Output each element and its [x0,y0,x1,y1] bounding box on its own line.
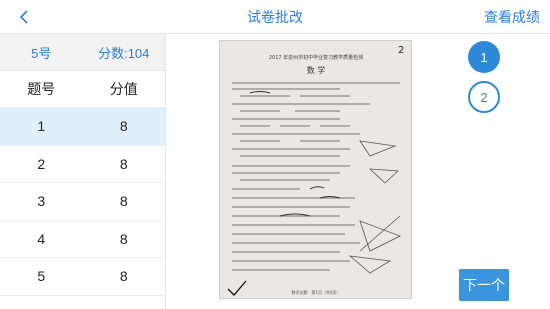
table-row[interactable]: 2 8 [0,146,165,183]
view-scores-button[interactable]: 查看成绩 [484,0,540,34]
exam-paper-drawing: 2017 年泉州市初中毕业复习教学质量检测 数 学 2 数学试题 第1页（共6页… [220,41,411,298]
table-header: 题号 分值 [0,71,165,108]
question-number: 4 [37,230,46,247]
question-panel: 5号 分数:104 题号 分值 1 8 2 8 3 8 4 8 5 8 [0,34,165,309]
question-number: 2 [37,155,46,172]
paper-footer: 数学试题 第1页（共6页） [291,289,340,295]
student-total-score: 分数:104 [98,45,150,61]
question-number: 3 [37,193,46,210]
page-button-2[interactable]: 2 [468,81,500,113]
page-title: 试卷批改 [247,9,303,25]
table-row[interactable]: 5 8 [0,258,165,296]
column-header-question: 题号 [27,81,56,97]
page-button-1[interactable]: 1 [468,41,500,73]
table-row[interactable]: 4 8 [0,221,165,258]
student-info-row: 5号 分数:104 [0,34,165,71]
top-bar: 试卷批改 查看成绩 [0,0,550,34]
exam-paper-image[interactable]: 2017 年泉州市初中毕业复习教学质量检测 数 学 2 数学试题 第1页（共6页… [219,40,412,299]
question-number: 5 [37,268,46,285]
question-score: 8 [119,268,128,285]
next-student-button[interactable]: 下一个 [459,269,509,301]
corner-mark: 2 [398,45,404,56]
paper-subject: 数 学 [307,65,326,75]
question-score: 8 [119,118,128,135]
question-score: 8 [119,193,128,210]
question-score: 8 [119,155,128,172]
question-number: 1 [37,118,46,135]
table-row[interactable]: 1 8 [0,108,165,146]
column-header-score: 分值 [109,81,138,97]
table-row[interactable]: 3 8 [0,183,165,221]
student-number: 5号 [31,45,52,61]
paper-heading: 2017 年泉州市初中毕业复习教学质量检测 [269,54,363,61]
panel-divider [165,34,166,309]
question-score: 8 [119,230,128,247]
